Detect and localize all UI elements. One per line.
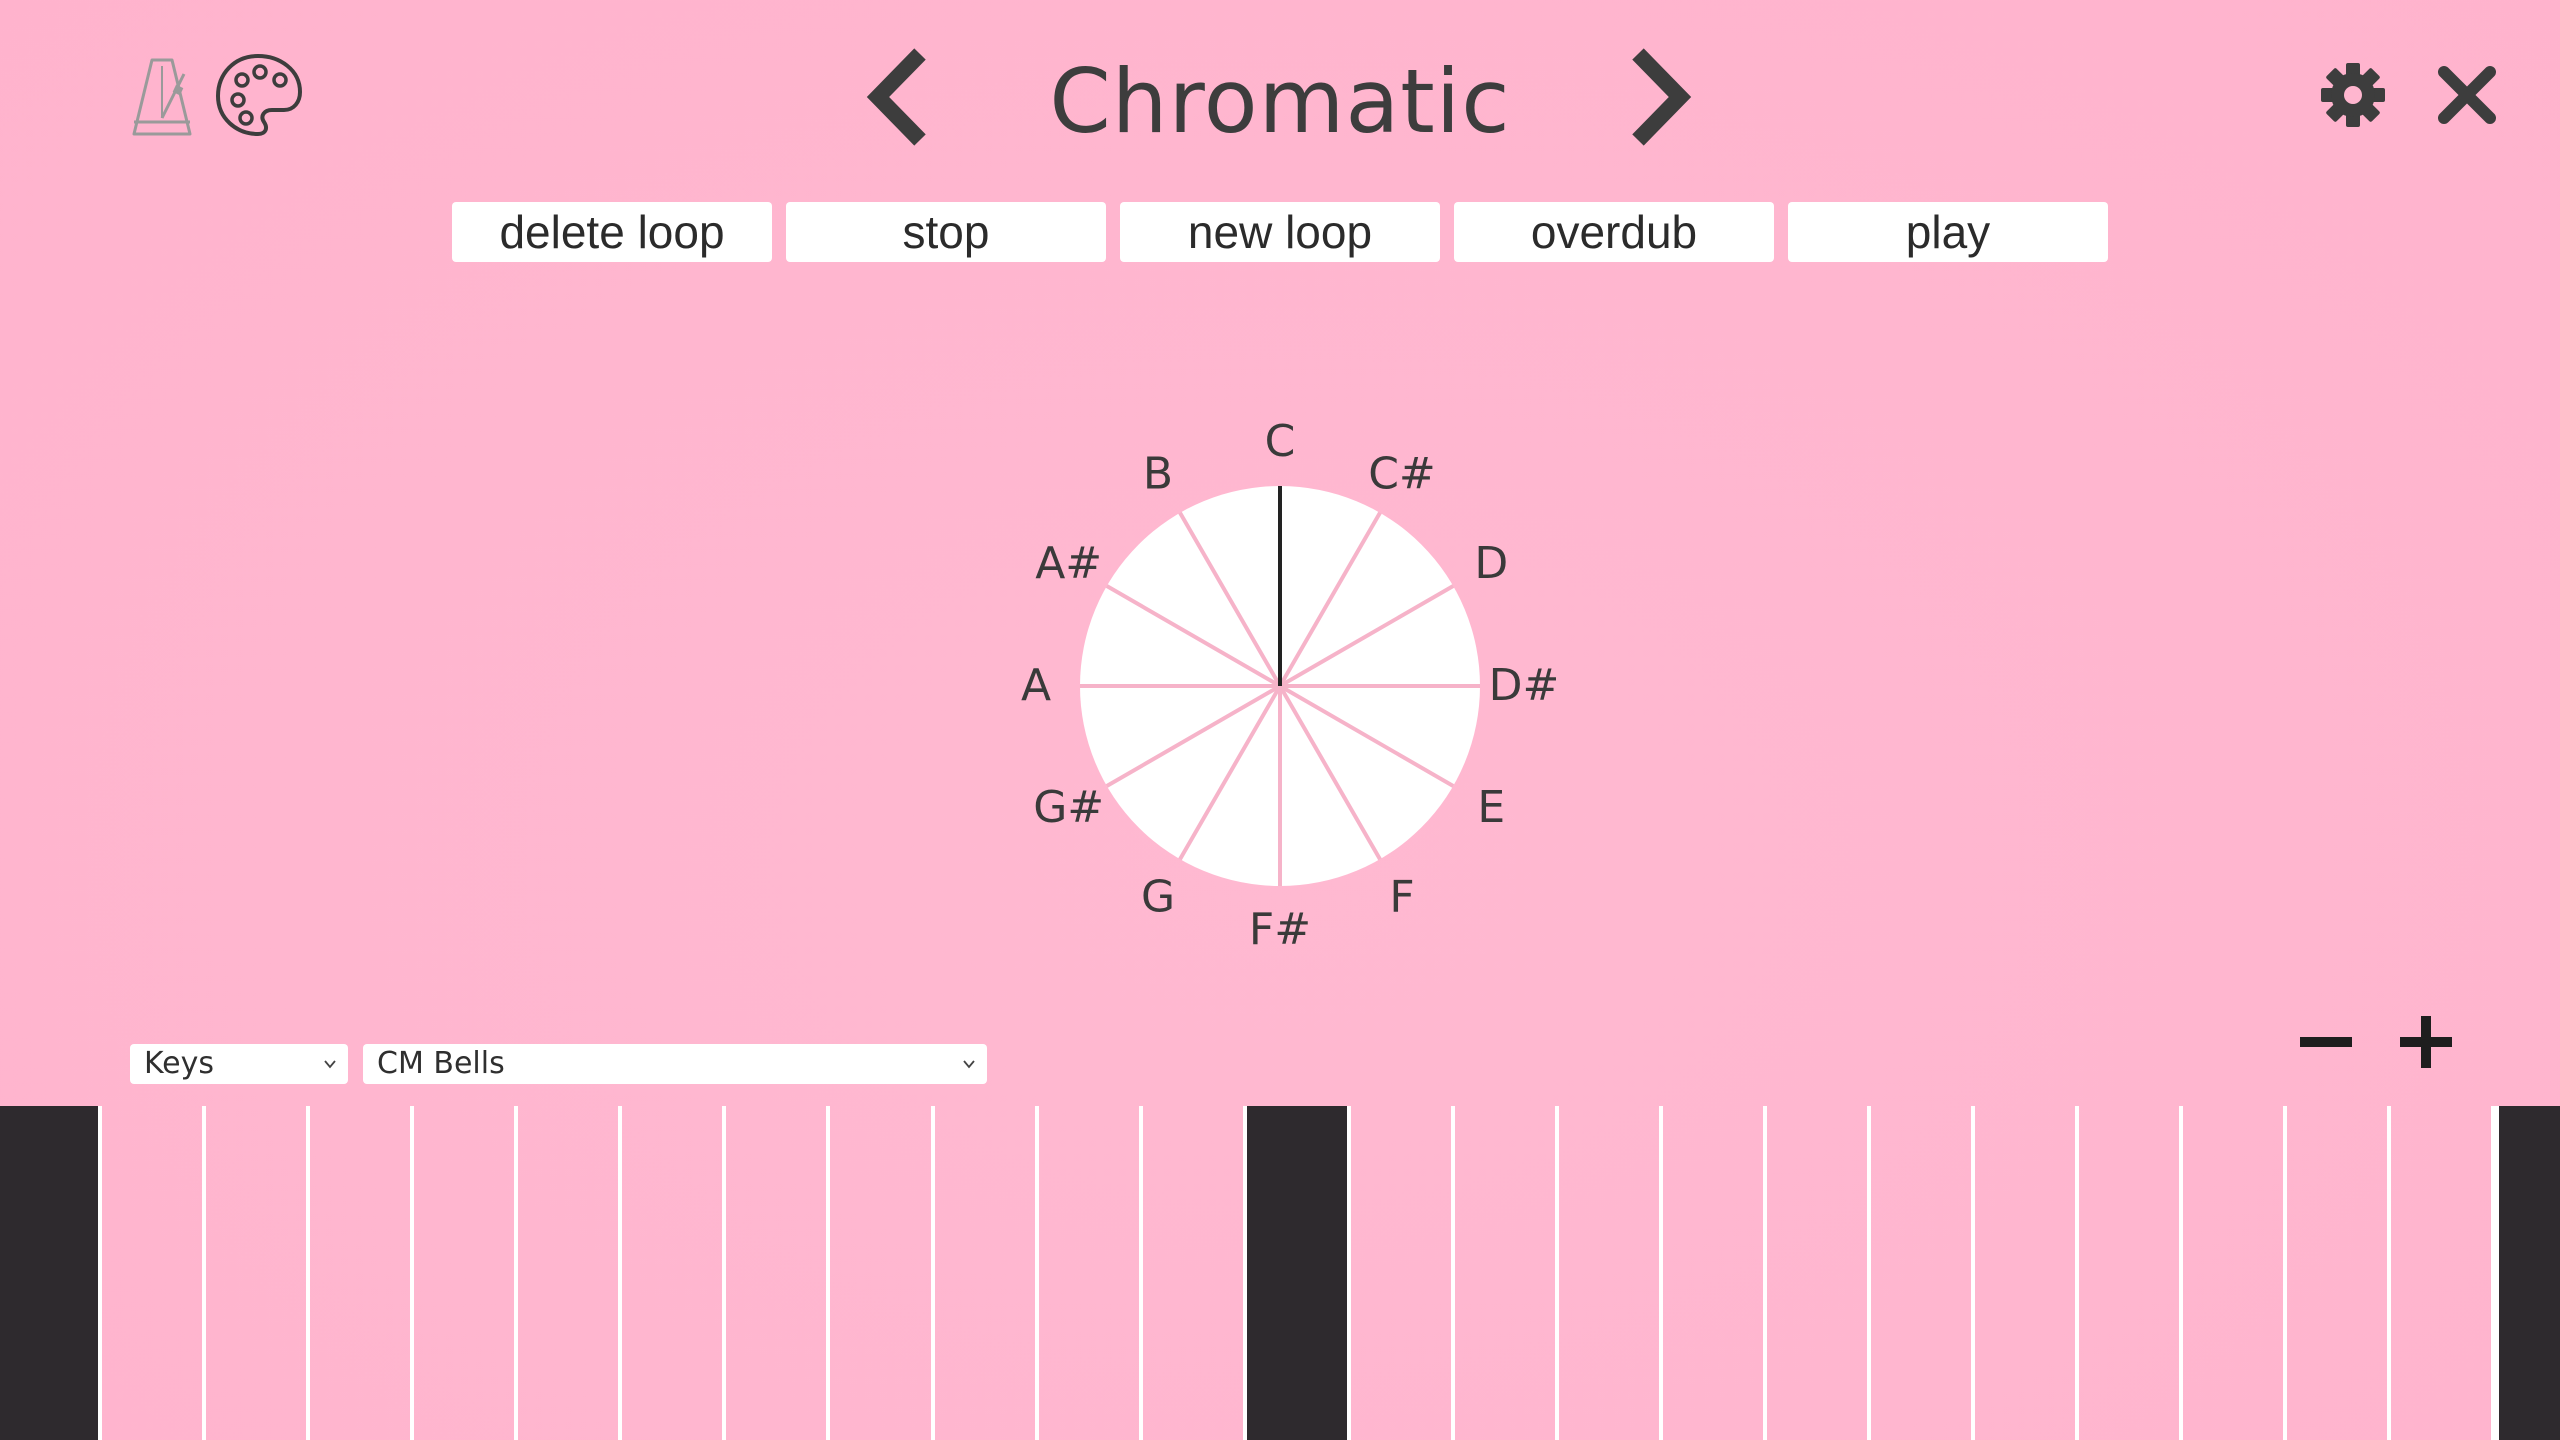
piano-key[interactable] (518, 1106, 623, 1440)
plus-icon[interactable] (2396, 1012, 2456, 1072)
chevron-down-icon (963, 1060, 975, 1069)
sound-value: CM Bells (377, 1046, 505, 1081)
piano-key[interactable] (622, 1106, 727, 1440)
stop-button[interactable]: stop (786, 202, 1106, 262)
piano-key[interactable] (2079, 1106, 2184, 1440)
piano-key[interactable] (1455, 1106, 1559, 1440)
note-label-f-sharp[interactable]: F# (1249, 904, 1311, 955)
piano-key[interactable] (414, 1106, 519, 1440)
piano-key[interactable] (2391, 1106, 2496, 1440)
gear-icon[interactable] (2320, 62, 2386, 128)
note-wheel[interactable]: C C# D D# E F F# G G# A A# B (1000, 410, 1560, 970)
note-label-a[interactable]: A (1021, 660, 1051, 711)
piano-key[interactable] (1871, 1106, 1976, 1440)
note-label-e[interactable]: E (1477, 782, 1505, 833)
note-label-c[interactable]: C (1265, 416, 1296, 467)
piano-key[interactable] (2287, 1106, 2392, 1440)
instrument-type-value: Keys (144, 1046, 215, 1081)
note-label-d[interactable]: D (1474, 538, 1508, 589)
piano-key[interactable] (726, 1106, 831, 1440)
piano-key-highlighted[interactable] (1246, 1106, 1351, 1440)
piano-key[interactable] (1767, 1106, 1872, 1440)
note-label-a-sharp[interactable]: A# (1035, 538, 1102, 589)
piano-key[interactable] (1143, 1106, 1247, 1440)
page-title: Chromatic (1049, 50, 1511, 153)
note-label-f[interactable]: F (1389, 871, 1414, 922)
metronome-icon[interactable] (128, 56, 196, 138)
note-label-b[interactable]: B (1143, 449, 1173, 500)
palette-icon[interactable] (214, 52, 304, 138)
new-loop-button[interactable]: new loop (1120, 202, 1440, 262)
close-icon[interactable] (2436, 64, 2498, 126)
chevron-left-icon[interactable] (866, 46, 930, 148)
delete-loop-button[interactable]: delete loop (452, 202, 772, 262)
loop-controls: delete loop stop new loop overdub play (452, 202, 2108, 262)
piano-key[interactable] (2183, 1106, 2288, 1440)
piano-key[interactable] (310, 1106, 415, 1440)
instrument-type-select[interactable]: Keys (130, 1044, 348, 1084)
piano-key[interactable] (830, 1106, 935, 1440)
piano-key[interactable] (1559, 1106, 1663, 1440)
piano-key-highlighted[interactable] (0, 1106, 102, 1440)
note-label-c-sharp[interactable]: C# (1368, 449, 1436, 500)
piano-key-highlighted[interactable] (2495, 1106, 2560, 1440)
chevron-right-icon[interactable] (1628, 46, 1692, 148)
note-label-g[interactable]: G (1141, 871, 1175, 922)
minus-icon[interactable] (2298, 1022, 2354, 1062)
piano-key[interactable] (1039, 1106, 1143, 1440)
piano-key[interactable] (1975, 1106, 2080, 1440)
piano-key[interactable] (935, 1106, 1039, 1440)
piano-key[interactable] (1663, 1106, 1767, 1440)
play-button[interactable]: play (1788, 202, 2108, 262)
sound-select[interactable]: CM Bells (363, 1044, 987, 1084)
piano-key[interactable] (1351, 1106, 1455, 1440)
note-label-g-sharp[interactable]: G# (1033, 782, 1104, 833)
piano-key[interactable] (206, 1106, 311, 1440)
piano-key[interactable] (102, 1106, 207, 1440)
note-label-d-sharp[interactable]: D# (1489, 660, 1560, 711)
piano-keyboard (0, 1106, 2560, 1440)
chevron-down-icon (324, 1060, 336, 1069)
overdub-button[interactable]: overdub (1454, 202, 1774, 262)
